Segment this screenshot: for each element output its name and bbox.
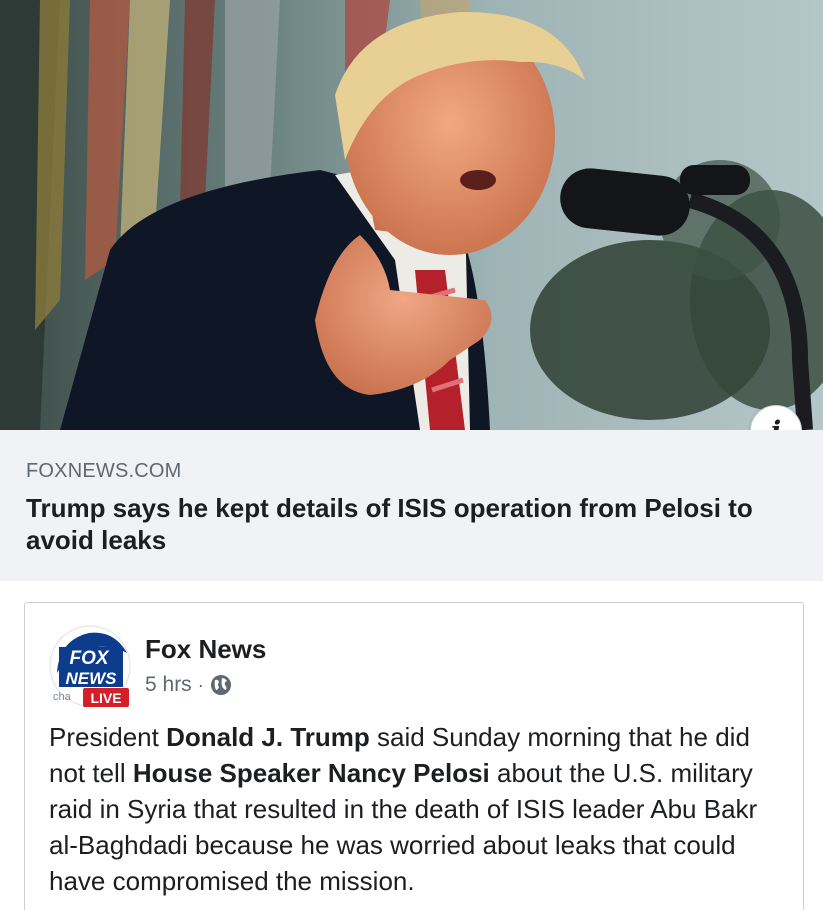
link-headline[interactable]: Trump says he kept details of ISIS opera… [26,492,796,556]
tag-nancy-pelosi[interactable]: House Speaker Nancy Pelosi [133,758,490,788]
article-photo-illustration [0,0,823,430]
post-body: President Donald J. Trump said Sunday mo… [49,719,789,899]
post-meta: 5 hrs · [145,673,232,697]
fox-news-logo-icon: FOX NEWS cha LIVE [49,625,131,707]
globe-icon [210,675,231,695]
link-preview-card[interactable]: i FOXNEWS.COM Trump says he kept details… [0,0,823,581]
page-name[interactable]: Fox News [145,634,266,665]
avatar[interactable]: FOX NEWS cha LIVE [49,625,131,707]
svg-text:NEWS: NEWS [66,669,118,688]
shared-post: FOX NEWS cha LIVE Fox News 5 hrs · Presi… [24,602,804,910]
post-timestamp[interactable]: 5 hrs [145,673,192,697]
link-meta[interactable]: FOXNEWS.COM Trump says he kept details o… [0,430,823,581]
svg-text:FOX: FOX [69,648,109,669]
svg-text:cha: cha [53,691,72,703]
article-photo[interactable] [0,0,823,430]
post-text-segment: President [49,722,167,752]
tag-donald-trump[interactable]: Donald J. Trump [166,722,370,752]
link-domain: FOXNEWS.COM [26,460,182,482]
svg-text:LIVE: LIVE [90,690,121,706]
meta-separator: · [197,674,204,695]
